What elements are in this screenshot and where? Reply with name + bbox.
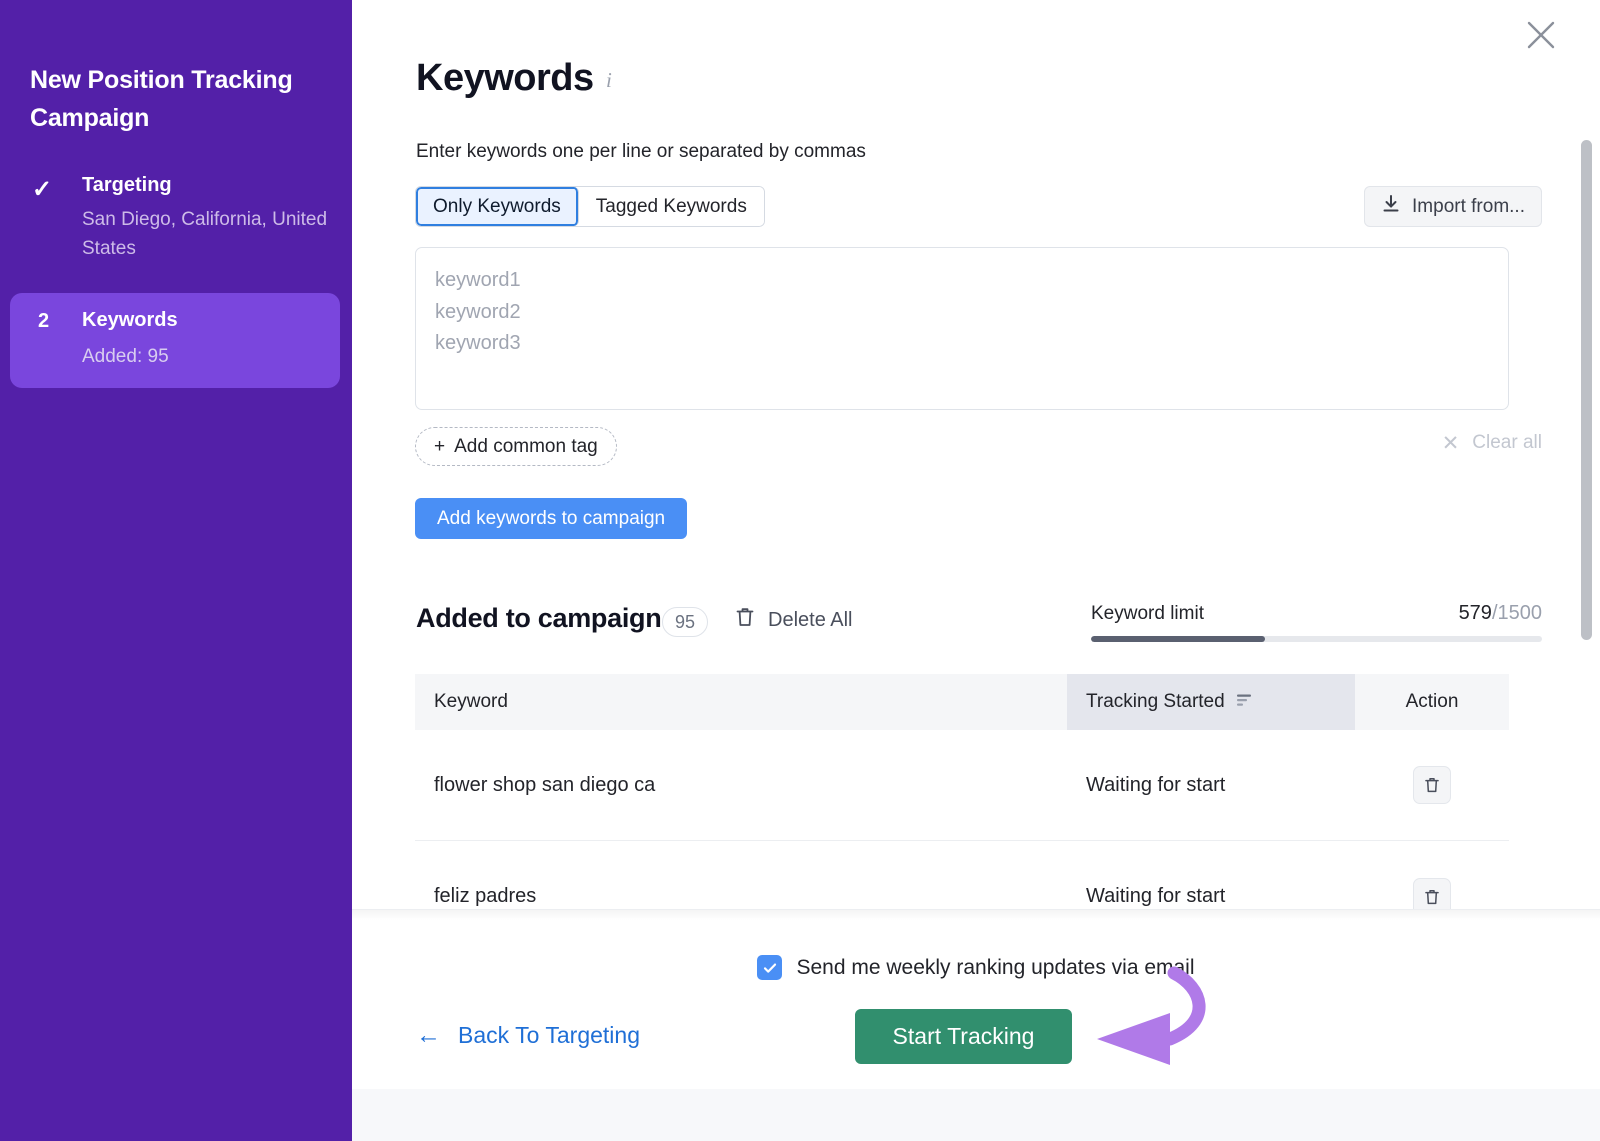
sidebar-step-keywords[interactable]: 2 Keywords Added: 95 — [10, 293, 340, 388]
scrollbar-track[interactable] — [1581, 0, 1593, 905]
keywords-hint-text: Enter keywords one per line or separated… — [416, 141, 866, 162]
delete-row-button[interactable] — [1413, 766, 1451, 804]
cell-tracking-started: Waiting for start — [1086, 773, 1226, 796]
import-from-button[interactable]: Import from... — [1364, 186, 1542, 227]
column-header-action: Action — [1405, 691, 1459, 712]
table-header-row: Keyword Tracking Started Action — [415, 674, 1509, 730]
delete-all-label: Delete All — [768, 608, 853, 631]
tab-tagged-keywords[interactable]: Tagged Keywords — [578, 187, 764, 226]
back-to-targeting-link[interactable]: ← Back To Targeting — [416, 1022, 640, 1049]
email-updates-option: Send me weekly ranking updates via email — [352, 955, 1600, 980]
close-icon: ✕ — [1441, 431, 1460, 455]
column-header-tracking-started[interactable]: Tracking Started — [1067, 674, 1355, 730]
email-updates-label: Send me weekly ranking updates via email — [796, 955, 1195, 979]
table-row: flower shop san diego ca Waiting for sta… — [415, 730, 1509, 841]
add-common-tag-label: Add common tag — [454, 435, 598, 457]
sidebar-step-targeting[interactable]: ✓ Targeting San Diego, California, Unite… — [10, 172, 340, 282]
sidebar-step-keywords-sub: Added: 95 — [82, 346, 169, 367]
footer-bottom-strip — [352, 1089, 1600, 1141]
sort-descending-icon — [1236, 691, 1252, 713]
clear-all-button[interactable]: ✕ Clear all — [1442, 432, 1542, 454]
tab-only-keywords[interactable]: Only Keywords — [416, 187, 579, 226]
delete-all-button[interactable]: Delete All — [735, 606, 853, 634]
add-common-tag-button[interactable]: + Add common tag — [415, 427, 617, 466]
keyword-limit-progress-fill — [1091, 636, 1266, 642]
sidebar-step-targeting-label: Targeting — [82, 174, 172, 196]
keyword-limit-progress-track — [1091, 636, 1542, 642]
wizard-sidebar: New Position Tracking Campaign ✓ Targeti… — [0, 0, 352, 1141]
page-title: Keywords — [416, 57, 594, 99]
sidebar-step-keywords-label: Keywords — [82, 309, 178, 331]
column-header-keyword[interactable]: Keyword — [415, 674, 1067, 730]
keywords-input[interactable] — [415, 247, 1509, 410]
start-tracking-button[interactable]: Start Tracking — [855, 1009, 1072, 1064]
add-keywords-to-campaign-button[interactable]: Add keywords to campaign — [415, 498, 688, 539]
column-header-tracking-started-label: Tracking Started — [1086, 691, 1225, 712]
keyword-limit-label: Keyword limit — [1091, 603, 1204, 624]
email-updates-checkbox[interactable] — [757, 955, 783, 980]
info-icon[interactable]: i — [606, 68, 612, 93]
position-tracking-wizard-modal: New Position Tracking Campaign ✓ Targeti… — [0, 0, 1600, 1141]
keyword-limit-used: 579 — [1458, 602, 1492, 624]
wizard-footer: Send me weekly ranking updates via email… — [352, 909, 1600, 1141]
cell-action — [1355, 730, 1509, 840]
check-icon: ✓ — [32, 176, 53, 203]
download-icon — [1381, 194, 1401, 220]
close-icon[interactable] — [1524, 18, 1558, 52]
scrollbar-thumb[interactable] — [1581, 140, 1592, 640]
back-to-targeting-label: Back To Targeting — [458, 1022, 640, 1048]
plus-icon: + — [434, 435, 446, 457]
campaign-title: New Position Tracking Campaign — [30, 66, 293, 132]
added-to-campaign-title: Added to campaign — [416, 603, 662, 633]
keyword-mode-toggle-group: Only Keywords Tagged Keywords — [415, 186, 765, 227]
cell-keyword: flower shop san diego ca — [434, 773, 656, 796]
arrow-left-icon: ← — [416, 1021, 441, 1049]
keyword-limit-total: 1500 — [1497, 602, 1543, 624]
trash-icon — [735, 606, 755, 634]
added-count-badge: 95 — [662, 607, 708, 637]
annotation-curved-arrow — [1042, 965, 1242, 1075]
sidebar-step-targeting-sub: San Diego, California, United States — [82, 209, 328, 259]
keyword-limit-value: 579/1500 — [1459, 602, 1542, 625]
wizard-main-panel: Keywords i Enter keywords one per line o… — [352, 0, 1600, 1141]
clear-all-label: Clear all — [1472, 432, 1542, 453]
footer-shadow — [352, 910, 1600, 920]
sidebar-step-keywords-number: 2 — [38, 310, 50, 332]
import-from-button-label: Import from... — [1412, 195, 1525, 217]
